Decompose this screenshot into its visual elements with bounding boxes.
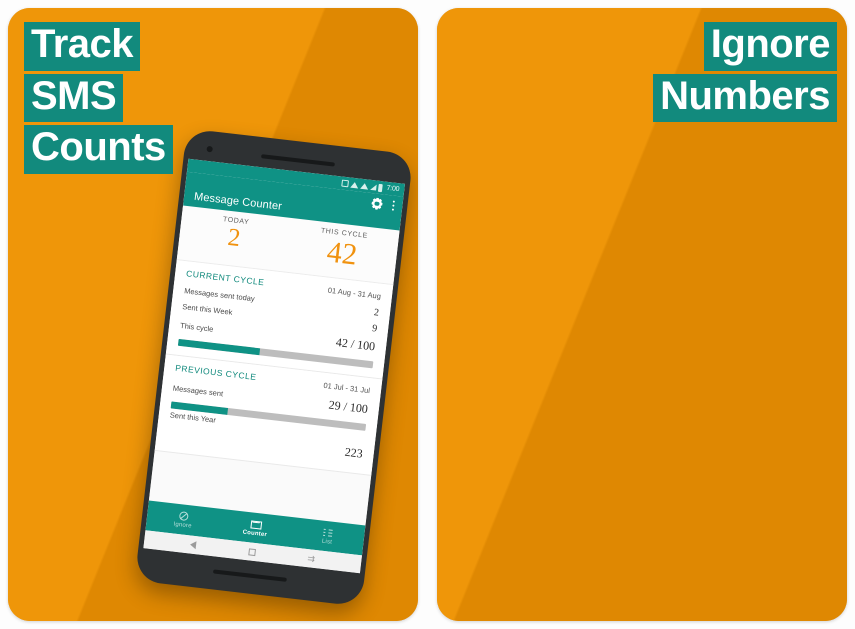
app-bar-actions — [370, 197, 395, 212]
previous-cycle-range: 01 Jul - 31 Jul — [323, 380, 371, 395]
row-value: 223 — [343, 444, 364, 461]
counter-content: TODAY 2 THIS CYCLE 42 CURRENT CYCLE 01 A… — [148, 205, 400, 526]
promo-panel-left: Track SMS Counts 7:00 Message Counter TO… — [8, 8, 418, 621]
total-value: 2 — [226, 223, 242, 253]
screenshot-stage: Track SMS Counts 7:00 Message Counter TO… — [0, 0, 855, 629]
bottom-speaker — [212, 569, 287, 582]
back-icon[interactable] — [189, 540, 197, 550]
tab-list[interactable]: List — [291, 523, 365, 549]
row-label: This cycle — [179, 320, 214, 334]
sim-icon — [341, 179, 350, 188]
row-label: Messages sent — [172, 383, 224, 399]
row-value: 29 / 100 — [327, 397, 369, 417]
total-today: TODAY 2 — [178, 211, 291, 263]
gear-icon[interactable] — [370, 197, 383, 210]
phone-screen-left: 7:00 Message Counter TODAY 2 THIS CYCLE … — [143, 158, 405, 574]
headline-line: Counts — [24, 125, 173, 174]
promo-panel-right: Ignore Numbers 7:00 Message Counter — [437, 8, 847, 621]
recents-icon[interactable]: ⇉ — [307, 553, 316, 564]
total-value: 42 — [325, 235, 359, 272]
front-camera-icon — [206, 145, 213, 153]
headline-line: SMS — [24, 73, 124, 123]
row-value: 42 / 100 — [335, 335, 376, 354]
status-time: 7:00 — [386, 184, 400, 194]
tab-counter[interactable]: Counter — [218, 515, 292, 541]
earpiece-speaker — [260, 154, 335, 167]
row-value: 9 — [371, 323, 378, 335]
total-this-cycle: THIS CYCLE 42 — [286, 224, 399, 276]
current-cycle-range: 01 Aug - 31 Aug — [327, 285, 382, 301]
headline-line: Track — [24, 22, 141, 71]
row-value: 2 — [373, 307, 380, 319]
headline-right: Ignore Numbers — [653, 22, 837, 125]
headline-line: Ignore — [703, 22, 837, 71]
headline-line: Numbers — [653, 73, 837, 123]
signal-icon — [370, 183, 377, 191]
home-icon[interactable] — [248, 547, 256, 556]
battery-icon — [378, 183, 384, 192]
headline-left: Track SMS Counts — [24, 22, 173, 177]
network-icon — [360, 182, 369, 190]
tab-ignore[interactable]: Ignore — [146, 506, 220, 532]
overflow-menu-icon[interactable] — [391, 200, 395, 211]
wifi-icon — [350, 181, 360, 189]
